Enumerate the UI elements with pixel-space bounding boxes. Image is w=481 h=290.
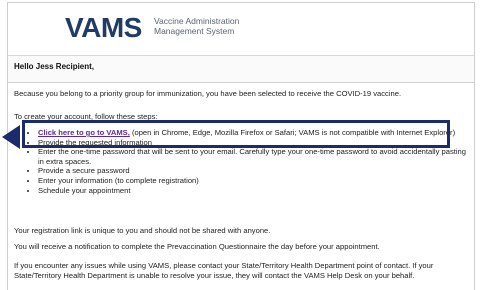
vams-logo: VAMS: [65, 12, 142, 43]
unique-link-note: Your registration link is unique to you …: [14, 226, 271, 235]
callout-arrow-icon: [2, 125, 20, 149]
step-item-5: Enter your information (to complete regi…: [38, 176, 466, 186]
step-item-3: Enter the one-time password that will be…: [38, 147, 466, 166]
logo-subtitle-line2: Management System: [154, 26, 235, 36]
step-item-4: Provide a secure password: [38, 166, 466, 176]
step-item-6: Schedule your appointment: [38, 186, 466, 196]
logo-subtitle: Vaccine Administration Management System: [154, 16, 239, 36]
intro-text: Because you belong to a priority group f…: [14, 89, 402, 98]
greeting-band: Hello Jess Recipient,: [8, 56, 474, 83]
email-header: VAMS Vaccine Administration Management S…: [8, 3, 474, 51]
logo-subtitle-line1: Vaccine Administration: [154, 16, 240, 26]
greeting: Hello Jess Recipient,: [14, 62, 95, 71]
notification-note: You will receive a notification to compl…: [14, 242, 380, 251]
callout-highlight-box: [22, 120, 450, 148]
issues-note: If you encounter any issues while using …: [14, 261, 434, 280]
